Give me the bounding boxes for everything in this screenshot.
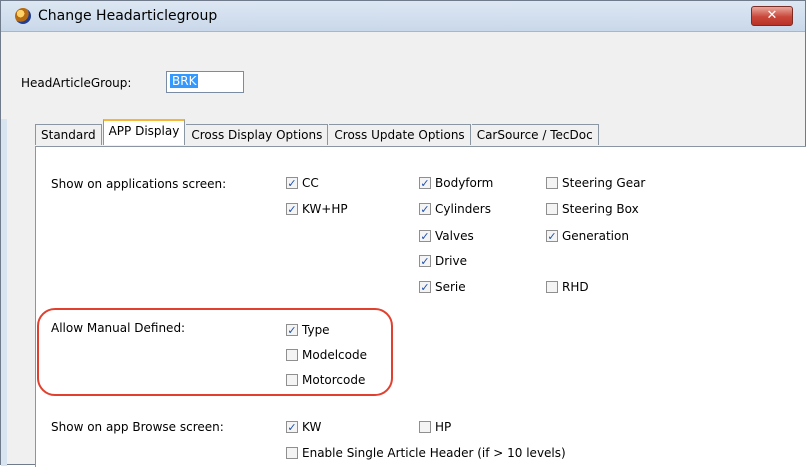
tab-standard[interactable]: Standard: [35, 124, 102, 145]
checkbox-label: KW: [302, 420, 322, 434]
checkbox-hp[interactable]: HP: [419, 420, 451, 434]
checkbox-label: Steering Box: [562, 202, 639, 216]
head-article-group-label: HeadArticleGroup:: [21, 76, 132, 90]
applications-label: Show on applications screen:: [51, 177, 227, 191]
tab-app-display[interactable]: APP Display: [102, 119, 186, 145]
checkbox-label: HP: [435, 420, 452, 434]
checkbox-box[interactable]: [419, 203, 431, 215]
dialog-window: Change Headarticlegroup ✕ HeadArticleGro…: [0, 0, 806, 467]
checkbox-cc[interactable]: CC: [286, 176, 319, 190]
window-title: Change Headarticlegroup: [38, 8, 218, 24]
checkbox-label: Drive: [435, 254, 467, 268]
tab-carsource-tecdoc[interactable]: CarSource / TecDoc: [471, 124, 599, 145]
checkbox-box[interactable]: [419, 230, 431, 242]
checkbox-kw[interactable]: KW: [286, 420, 321, 434]
checkbox-box[interactable]: [419, 281, 431, 293]
checkbox-label: RHD: [562, 280, 589, 294]
checkbox-bodyform[interactable]: Bodyform: [419, 176, 493, 190]
checkbox-label: Bodyform: [435, 176, 494, 190]
browse-label: Show on app Browse screen:: [51, 420, 224, 434]
checkbox-valves[interactable]: Valves: [419, 229, 474, 243]
close-button[interactable]: ✕: [751, 6, 793, 26]
checkbox-box[interactable]: [546, 177, 558, 189]
checkbox-box[interactable]: [419, 421, 431, 433]
checkbox-rhd[interactable]: RHD: [546, 280, 589, 294]
checkbox-serie[interactable]: Serie: [419, 280, 466, 294]
checkbox-box[interactable]: [286, 421, 298, 433]
checkbox-label: Cylinders: [435, 202, 491, 216]
app-display-panel: [35, 146, 806, 467]
tab-cross-display-options[interactable]: Cross Display Options: [186, 124, 329, 145]
checkbox-box[interactable]: [286, 447, 298, 459]
checkbox-box[interactable]: [419, 255, 431, 267]
checkbox-label: CC: [302, 176, 319, 190]
title-bar[interactable]: Change Headarticlegroup ✕: [1, 1, 805, 32]
head-article-group-input[interactable]: BRK: [166, 71, 244, 93]
checkbox-box[interactable]: [419, 177, 431, 189]
checkbox-label: Steering Gear: [562, 176, 646, 190]
checkbox-label: Valves: [435, 229, 474, 243]
checkbox-kw-hp[interactable]: KW+HP: [286, 202, 348, 216]
app-icon: [15, 8, 31, 24]
checkbox-label: KW+HP: [302, 202, 348, 216]
head-article-group-value: BRK: [170, 74, 199, 88]
checkbox-box[interactable]: [286, 203, 298, 215]
checkbox-enable-single-article-header[interactable]: Enable Single Article Header (if > 10 le…: [286, 446, 566, 460]
checkbox-steering-gear[interactable]: Steering Gear: [546, 176, 645, 190]
checkbox-box[interactable]: [546, 230, 558, 242]
checkbox-generation[interactable]: Generation: [546, 229, 629, 243]
checkbox-box[interactable]: [546, 203, 558, 215]
checkbox-drive[interactable]: Drive: [419, 254, 467, 268]
checkbox-box[interactable]: [286, 177, 298, 189]
tab-cross-update-options[interactable]: Cross Update Options: [329, 124, 471, 145]
checkbox-cylinders[interactable]: Cylinders: [419, 202, 491, 216]
highlight-annotation: [37, 308, 393, 396]
checkbox-label: Generation: [562, 229, 629, 243]
tab-strip: Standard APP Display Cross Display Optio…: [35, 119, 600, 145]
checkbox-steering-box[interactable]: Steering Box: [546, 202, 639, 216]
checkbox-label: Enable Single Article Header (if > 10 le…: [302, 446, 566, 460]
checkbox-box[interactable]: [546, 281, 558, 293]
left-edge: [1, 119, 7, 466]
checkbox-label: Serie: [435, 280, 466, 294]
